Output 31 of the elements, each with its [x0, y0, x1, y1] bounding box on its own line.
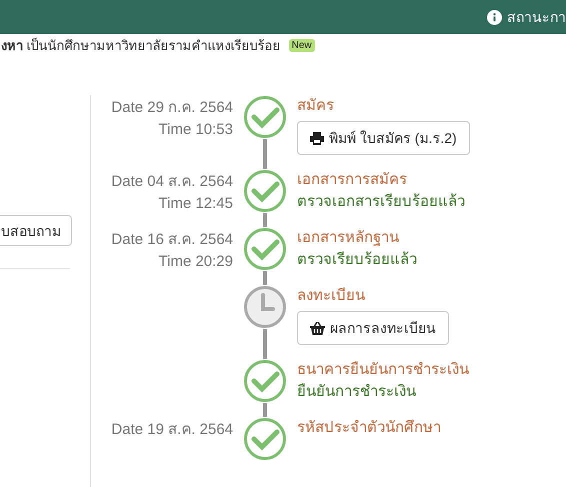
step-title: ธนาคารยืนยันการชำระเงิน	[297, 360, 469, 380]
check-circle-icon	[243, 227, 287, 271]
notice-text: งหา เป็นนักศึกษามหาวิทยาลัยรามคำแหงเรียบร้อย	[1, 36, 281, 54]
step-title: เอกสารหลักฐาน	[297, 228, 399, 248]
new-badge: New	[288, 38, 315, 52]
step-status: ตรวจเอกสารเรียบร้อยแล้ว	[297, 192, 465, 212]
step-title: ลงทะเบียน	[297, 286, 365, 306]
time-text: Time 10:53	[158, 120, 233, 140]
status-link[interactable]: สถานะกา	[507, 6, 566, 28]
step-status: ยืนยันการชำระเงิน	[297, 382, 416, 402]
date-text: Date 29 ก.ค. 2564	[110, 98, 233, 118]
info-icon	[487, 10, 502, 24]
date-text: Date 16 ส.ค. 2564	[110, 230, 233, 250]
time-text: Time 12:45	[158, 194, 233, 214]
step-title: รหัสประจำตัวนักศึกษา	[297, 418, 441, 438]
check-circle-icon	[243, 359, 287, 403]
step-status: ตรวจเรียบร้อยแล้ว	[297, 250, 417, 270]
clock-icon	[243, 285, 287, 329]
step-title: เอกสารการสมัคร	[297, 170, 407, 190]
step-title: สมัคร	[297, 96, 334, 116]
step-button[interactable]: พิมพ์ ใบสมัคร (ม.ร.2)	[297, 121, 470, 155]
date-text: Date 19 ส.ค. 2564	[110, 420, 233, 440]
step-button[interactable]: ผลการลงทะเบียน	[297, 311, 449, 345]
check-circle-icon	[243, 169, 287, 213]
check-circle-icon	[243, 95, 287, 139]
inquiry-button[interactable]: บสอบถาม	[0, 215, 72, 246]
printer-icon	[310, 132, 324, 144]
check-circle-icon	[243, 417, 287, 461]
time-text: Time 20:29	[158, 252, 233, 272]
date-text: Date 04 ส.ค. 2564	[110, 172, 233, 192]
basket-icon	[310, 322, 325, 334]
